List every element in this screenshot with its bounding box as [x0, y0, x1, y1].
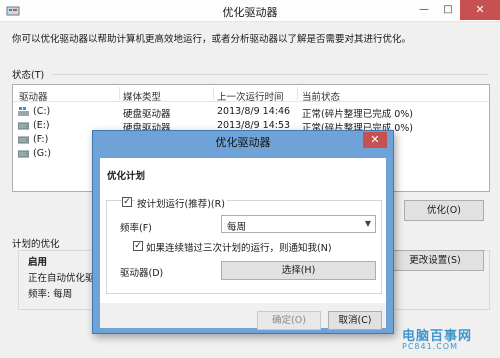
- chevron-down-icon: ▼: [364, 219, 371, 228]
- drive-status: 正常(碎片整理已完成 0%): [302, 109, 414, 120]
- scheduled-optimization-label: 计划的优化: [12, 239, 60, 250]
- run-on-schedule-label[interactable]: 按计划运行(推荐)(R): [135, 196, 227, 210]
- close-button[interactable]: ✕: [460, 0, 500, 20]
- status-label: 状态(T): [12, 70, 45, 81]
- column-header-last-run[interactable]: 上一次运行时间: [217, 89, 284, 103]
- site-watermark: 电脑百事网 PC841.COM: [388, 322, 498, 356]
- watermark-subtext: PC841.COM: [402, 342, 459, 351]
- description-text: 你可以优化驱动器以帮助计算机更高效地运行，或者分析驱动器以了解是否需要对其进行优…: [12, 34, 412, 45]
- drive-list-header: 驱动器 媒体类型 上一次运行时间 当前状态: [13, 85, 489, 103]
- notify-checkbox[interactable]: ✓: [133, 241, 143, 251]
- drive-row[interactable]: (C:) 硬盘驱动器 2013/8/9 14:46 正常(碎片整理已完成 0%): [13, 105, 489, 120]
- schedule-frequency: 频率: 每周: [28, 289, 73, 300]
- drive-name: (F:): [33, 134, 49, 145]
- drives-label: 驱动器(D): [120, 268, 164, 279]
- choose-drives-button[interactable]: 选择(H): [221, 261, 376, 280]
- column-header-status[interactable]: 当前状态: [302, 89, 340, 103]
- schedule-state: 启用: [28, 257, 48, 268]
- dialog-close-button[interactable]: ✕: [363, 132, 387, 148]
- section-title: 优化计划: [107, 171, 146, 182]
- hard-drive-icon: [18, 122, 29, 130]
- change-settings-button[interactable]: 更改设置(S): [386, 250, 484, 271]
- column-divider: [213, 87, 214, 100]
- drive-media-type: 硬盘驱动器: [123, 109, 171, 120]
- column-divider: [297, 87, 298, 100]
- optimize-button[interactable]: 优化(O): [404, 200, 484, 221]
- drive-name: (G:): [33, 148, 51, 159]
- column-header-drive[interactable]: 驱动器: [19, 89, 48, 103]
- frequency-select[interactable]: 每周 ▼: [221, 215, 376, 233]
- dialog-content-area: 优化计划 ✓ 按计划运行(推荐)(R) 频率(F) 每周 ▼ ✓ 如果连续错过三…: [100, 158, 386, 303]
- dialog-title: 优化驱动器: [215, 136, 271, 149]
- ok-button[interactable]: 确定(O): [257, 311, 321, 330]
- maximize-button[interactable]: □: [436, 0, 460, 20]
- window-title-bar: 优化驱动器 — □ ✕: [0, 0, 500, 22]
- notify-label[interactable]: 如果连续错过三次计划的运行，则通知我(N): [146, 240, 332, 254]
- column-divider: [119, 87, 120, 100]
- frequency-label: 频率(F): [120, 223, 152, 234]
- status-divider: [52, 74, 488, 75]
- minimize-button[interactable]: —: [412, 0, 436, 20]
- cancel-button[interactable]: 取消(C): [328, 311, 382, 330]
- hard-drive-icon: [18, 136, 29, 144]
- drive-name: (E:): [33, 120, 50, 131]
- run-on-schedule-checkbox[interactable]: ✓: [122, 197, 132, 207]
- hard-drive-icon: [18, 150, 29, 158]
- drive-name: (C:): [33, 106, 51, 117]
- windows-drive-icon: [18, 107, 29, 116]
- column-header-media[interactable]: 媒体类型: [123, 89, 161, 103]
- optimization-schedule-dialog: 优化驱动器 ✕ 优化计划 ✓ 按计划运行(推荐)(R) 频率(F) 每周 ▼ ✓…: [92, 130, 394, 334]
- drive-last-run: 2013/8/9 14:46: [217, 106, 291, 117]
- dialog-body: 优化计划 ✓ 按计划运行(推荐)(R) 频率(F) 每周 ▼ ✓ 如果连续错过三…: [100, 158, 386, 330]
- frequency-value: 每周: [227, 222, 247, 233]
